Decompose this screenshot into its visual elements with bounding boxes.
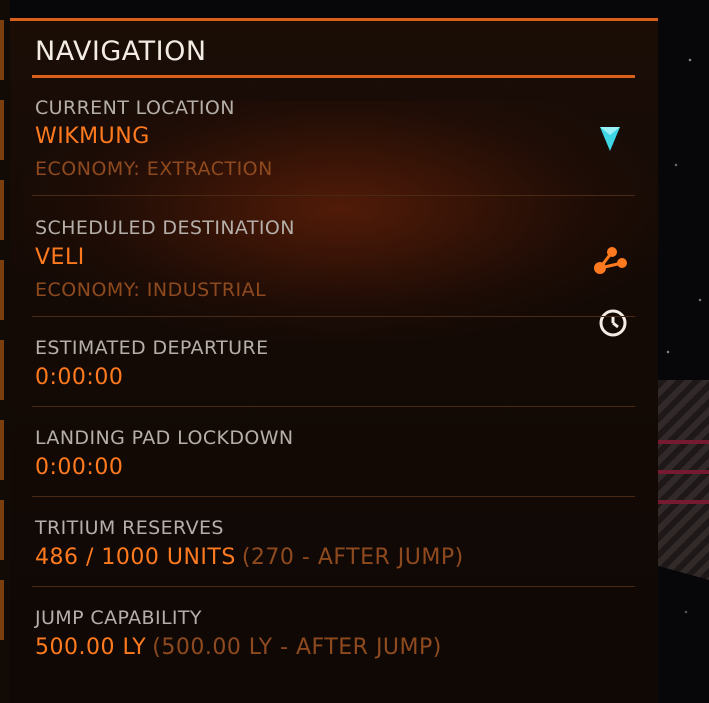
current-location-value: WIKMUNG: [35, 124, 150, 149]
left-rail: [0, 0, 10, 703]
navigation-panel: NAVIGATION CURRENT LOCATION WIKMUNG ECON…: [10, 18, 660, 703]
panel-title: NAVIGATION: [35, 36, 207, 67]
tritium-reserves-row: 486 / 1000 UNITS (270 - AFTER JUMP): [35, 545, 464, 570]
estimated-departure-value: 0:00:00: [35, 365, 124, 390]
scheduled-destination-economy: ECONOMY: INDUSTRIAL: [35, 279, 267, 301]
scheduled-destination-label: SCHEDULED DESTINATION: [35, 217, 295, 239]
jump-after-jump: (500.00 LY - AFTER JUMP): [152, 635, 442, 660]
route-icon[interactable]: [592, 244, 630, 282]
tritium-reserves-label: TRITIUM RESERVES: [35, 517, 224, 539]
jump-capability-value: 500.00 LY: [35, 635, 147, 660]
title-rule: [32, 75, 635, 78]
tritium-after-jump: (270 - AFTER JUMP): [241, 545, 464, 570]
estimated-departure-label: ESTIMATED DEPARTURE: [35, 337, 269, 359]
landing-pad-lockdown-label: LANDING PAD LOCKDOWN: [35, 427, 294, 449]
jump-capability-row: 500.00 LY (500.00 LY - AFTER JUMP): [35, 635, 442, 660]
tritium-reserves-section: TRITIUM RESERVES 486 / 1000 UNITS (270 - …: [32, 497, 635, 586]
current-location-economy: ECONOMY: EXTRACTION: [35, 158, 273, 180]
current-location-section[interactable]: CURRENT LOCATION WIKMUNG ECONOMY: EXTRAC…: [32, 91, 635, 195]
scheduled-destination-section[interactable]: SCHEDULED DESTINATION VELI ECONOMY: INDU…: [32, 196, 635, 337]
landing-pad-lockdown-value: 0:00:00: [35, 455, 124, 480]
tritium-reserves-value: 486 / 1000 UNITS: [35, 545, 236, 570]
jump-capability-label: JUMP CAPABILITY: [35, 607, 202, 629]
estimated-departure-section: ESTIMATED DEPARTURE 0:00:00: [32, 317, 635, 406]
scheduled-destination-value: VELI: [35, 245, 85, 270]
current-location-label: CURRENT LOCATION: [35, 97, 235, 119]
landing-pad-lockdown-section: LANDING PAD LOCKDOWN 0:00:00: [32, 407, 635, 496]
jump-capability-section: JUMP CAPABILITY 500.00 LY (500.00 LY - AF…: [32, 587, 635, 676]
location-marker-icon[interactable]: [598, 124, 622, 158]
